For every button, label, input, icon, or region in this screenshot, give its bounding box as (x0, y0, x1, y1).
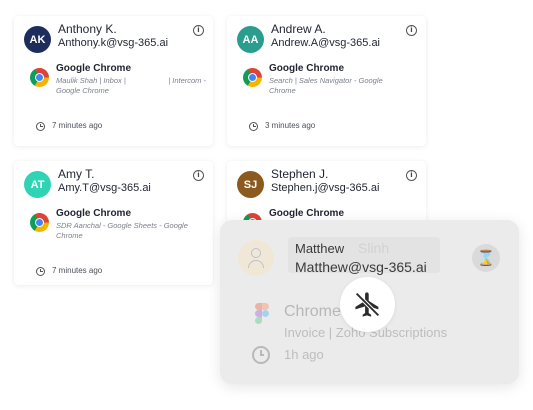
offline-toggle-button[interactable] (340, 277, 395, 332)
window-title-left: SDR Aanchal - Google Sheets - Google (56, 221, 188, 230)
user-name: Amy T. (58, 167, 95, 181)
window-title-line2: Chrome (56, 231, 83, 240)
avatar: AK (24, 26, 51, 53)
airplane-off-icon (355, 292, 380, 317)
info-icon[interactable]: i (193, 25, 204, 36)
clock-icon (249, 122, 258, 131)
user-card-andrew[interactable]: AA Andrew A. Andrew.A@vsg-365.ai i Googl… (227, 16, 426, 146)
chrome-icon (243, 68, 262, 87)
figma-icon (255, 303, 269, 324)
user-name: Andrew A. (271, 22, 326, 36)
last-active-time: 7 minutes ago (52, 121, 103, 130)
window-title-line2: Chrome (269, 86, 296, 95)
app-window-title: SDR Aanchal - Google Sheets - Google Chr… (56, 221, 206, 241)
clock-icon (36, 122, 45, 131)
info-icon[interactable]: i (406, 25, 417, 36)
overlay-app-name: Chrome (284, 303, 341, 320)
window-title-right: | Intercom - (168, 76, 206, 85)
avatar: SJ (237, 171, 264, 198)
user-name: Stephen J. (271, 167, 329, 181)
user-card-anthony[interactable]: AK Anthony K. Anthony.k@vsg-365.ai i Goo… (14, 16, 213, 146)
overlay-user-email: Matthew@vsg-365.ai (295, 259, 427, 275)
window-title-line2: Google Chrome (56, 86, 109, 95)
chrome-icon (30, 68, 49, 87)
active-user-overlay[interactable]: Slinh Matthew Matthew@vsg-365.ai ⌛ Chrom… (220, 220, 519, 384)
avatar: AA (237, 26, 264, 53)
avatar: AT (24, 171, 51, 198)
user-email: Amy.T@vsg-365.ai (58, 182, 151, 194)
info-icon[interactable]: i (406, 170, 417, 181)
window-title-left: Maulik Shah | Inbox | (56, 76, 126, 85)
app-window-title: Search | Sales Navigator - Google Chrome (269, 76, 419, 96)
app-window-title: Maulik Shah | Inbox | | Intercom - Googl… (56, 76, 206, 96)
clock-icon (252, 346, 270, 364)
app-name: Google Chrome (56, 63, 132, 74)
user-email: Stephen.j@vsg-365.ai (271, 182, 380, 194)
user-email: Anthony.k@vsg-365.ai (58, 37, 169, 49)
info-icon[interactable]: i (193, 170, 204, 181)
overlay-user-name: Matthew (295, 241, 345, 256)
app-name: Google Chrome (56, 208, 132, 219)
user-name: Anthony K. (58, 22, 117, 36)
last-active-time: 3 minutes ago (265, 121, 316, 130)
user-card-amy[interactable]: AT Amy T. Amy.T@vsg-365.ai i Google Chro… (14, 161, 213, 285)
chrome-icon (30, 213, 49, 232)
person-icon (238, 240, 274, 276)
user-email: Andrew.A@vsg-365.ai (271, 37, 381, 49)
hourglass-icon: ⌛ (472, 244, 500, 272)
clock-icon (36, 267, 45, 276)
faded-name-fragment: Slinh (358, 240, 390, 256)
overlay-last-active: 1h ago (284, 347, 324, 362)
app-name: Google Chrome (269, 63, 345, 74)
last-active-time: 7 minutes ago (52, 266, 103, 275)
window-title-left: Search | Sales Navigator - Google (269, 76, 383, 85)
app-name: Google Chrome (269, 208, 345, 219)
